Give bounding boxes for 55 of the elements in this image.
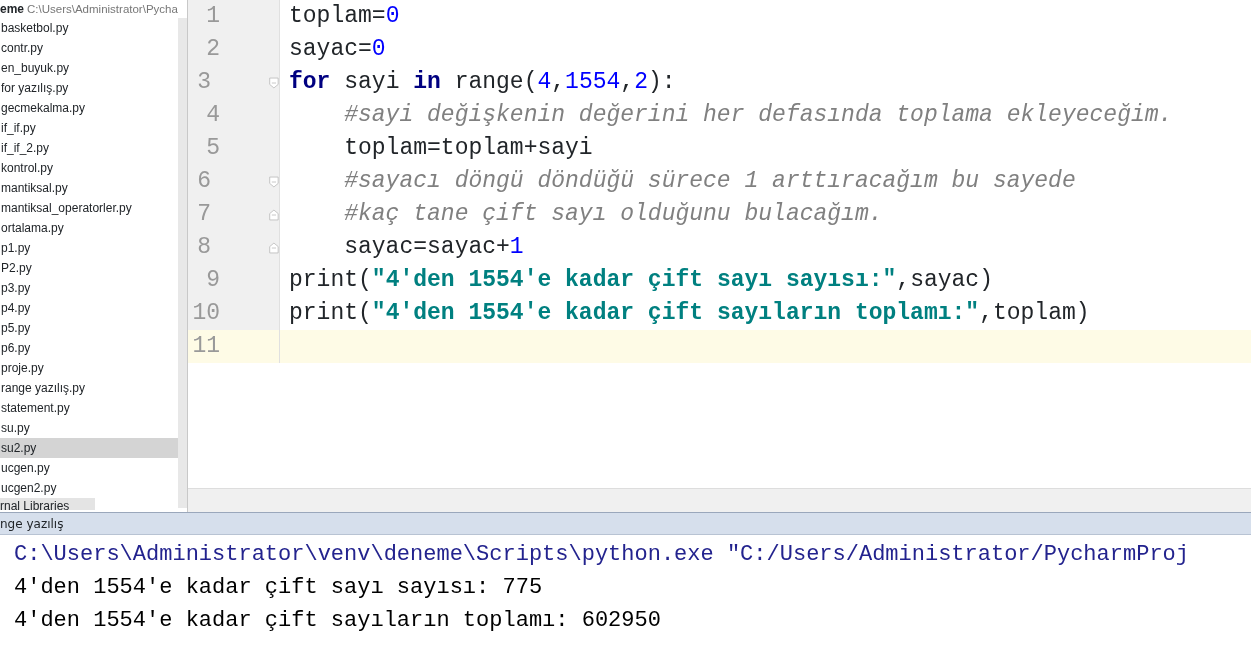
file-item[interactable]: statement.py — [0, 398, 178, 418]
code-line: toplam=0 — [288, 2, 400, 31]
code-line: #sayacı döngü döndüğü sürece 1 arttıracağım bu sayede — [343, 167, 1076, 196]
file-item[interactable]: range yazılış.py — [0, 378, 178, 398]
project-name[interactable]: eme — [0, 2, 25, 16]
file-item[interactable]: p1.py — [0, 238, 178, 258]
file-item[interactable]: if_if_2.py — [0, 138, 178, 158]
file-item[interactable]: P2.py — [0, 258, 178, 278]
file-item[interactable]: gecmekalma.py — [0, 98, 178, 118]
file-item[interactable]: p3.py — [0, 278, 178, 298]
code-line: print("4'den 1554'e kadar çift sayı sayısı:",sayac) — [288, 266, 993, 295]
file-item[interactable]: if_if.py — [0, 118, 178, 138]
file-item[interactable]: su2.py — [0, 438, 178, 458]
file-item[interactable]: p5.py — [0, 318, 178, 338]
console-output: 4'den 1554'e kadar çift sayıların toplamı: 602950 — [14, 607, 662, 635]
console-command: C:\Users\Administrator\venv\deneme\Scripts\python.exe "C:/Users/Administrator/PycharmProj — [14, 541, 1190, 569]
line-number: 6 — [196, 167, 212, 196]
line-number: 5 — [205, 134, 220, 163]
file-item[interactable]: contr.py — [0, 38, 178, 58]
file-item[interactable]: ucgen.py — [0, 458, 178, 478]
file-item[interactable]: for yazılış.py — [0, 78, 178, 98]
scrollbar[interactable] — [178, 18, 187, 508]
console-output: 4'den 1554'e kadar çift sayı sayısı: 775 — [14, 574, 544, 602]
file-item[interactable]: p4.py — [0, 298, 178, 318]
line-number: 8 — [196, 233, 212, 262]
fold-icon[interactable] — [269, 74, 279, 91]
code-line: toplam=toplam+sayi — [343, 134, 593, 163]
tree-item[interactable]: rnal Libraries — [0, 498, 95, 510]
fold-icon[interactable] — [269, 173, 279, 190]
file-item[interactable]: basketbol.py — [0, 18, 178, 38]
file-item[interactable]: su.py — [0, 418, 178, 438]
file-item[interactable]: p6.py — [0, 338, 178, 358]
file-item[interactable]: ortalama.py — [0, 218, 178, 238]
line-number: 2 — [205, 35, 220, 64]
code-line: #kaç tane çift sayı olduğunu bulacağım. — [343, 200, 883, 229]
run-tab[interactable]: nge yazılış — [0, 517, 64, 531]
line-number: 11 — [191, 332, 220, 361]
file-item[interactable]: ucgen2.py — [0, 478, 178, 498]
project-path: C:\Users\Administrator\Pycha — [27, 3, 178, 15]
file-item[interactable]: en_buyuk.py — [0, 58, 178, 78]
line-number: 1 — [205, 2, 220, 31]
code-line: sayac=0 — [288, 35, 386, 64]
line-number: 10 — [191, 299, 220, 328]
code-line: print("4'den 1554'e kadar çift sayıların toplamı:",toplam) — [288, 299, 1090, 328]
code-line: sayac=sayac+1 — [343, 233, 524, 262]
line-number: 9 — [205, 266, 220, 295]
file-item[interactable]: mantiksal.py — [0, 178, 178, 198]
line-number: 7 — [196, 200, 212, 229]
code-line: #sayi değişkenin değerini her defasında toplama ekleyeceğim. — [343, 101, 1173, 130]
line-number: 3 — [196, 68, 212, 97]
line-number: 4 — [205, 101, 220, 130]
code-line: for sayi in range(4,1554,2): — [288, 68, 676, 97]
file-item[interactable]: mantiksal_operatorler.py — [0, 198, 178, 218]
file-item[interactable]: kontrol.py — [0, 158, 178, 178]
file-item[interactable]: proje.py — [0, 358, 178, 378]
